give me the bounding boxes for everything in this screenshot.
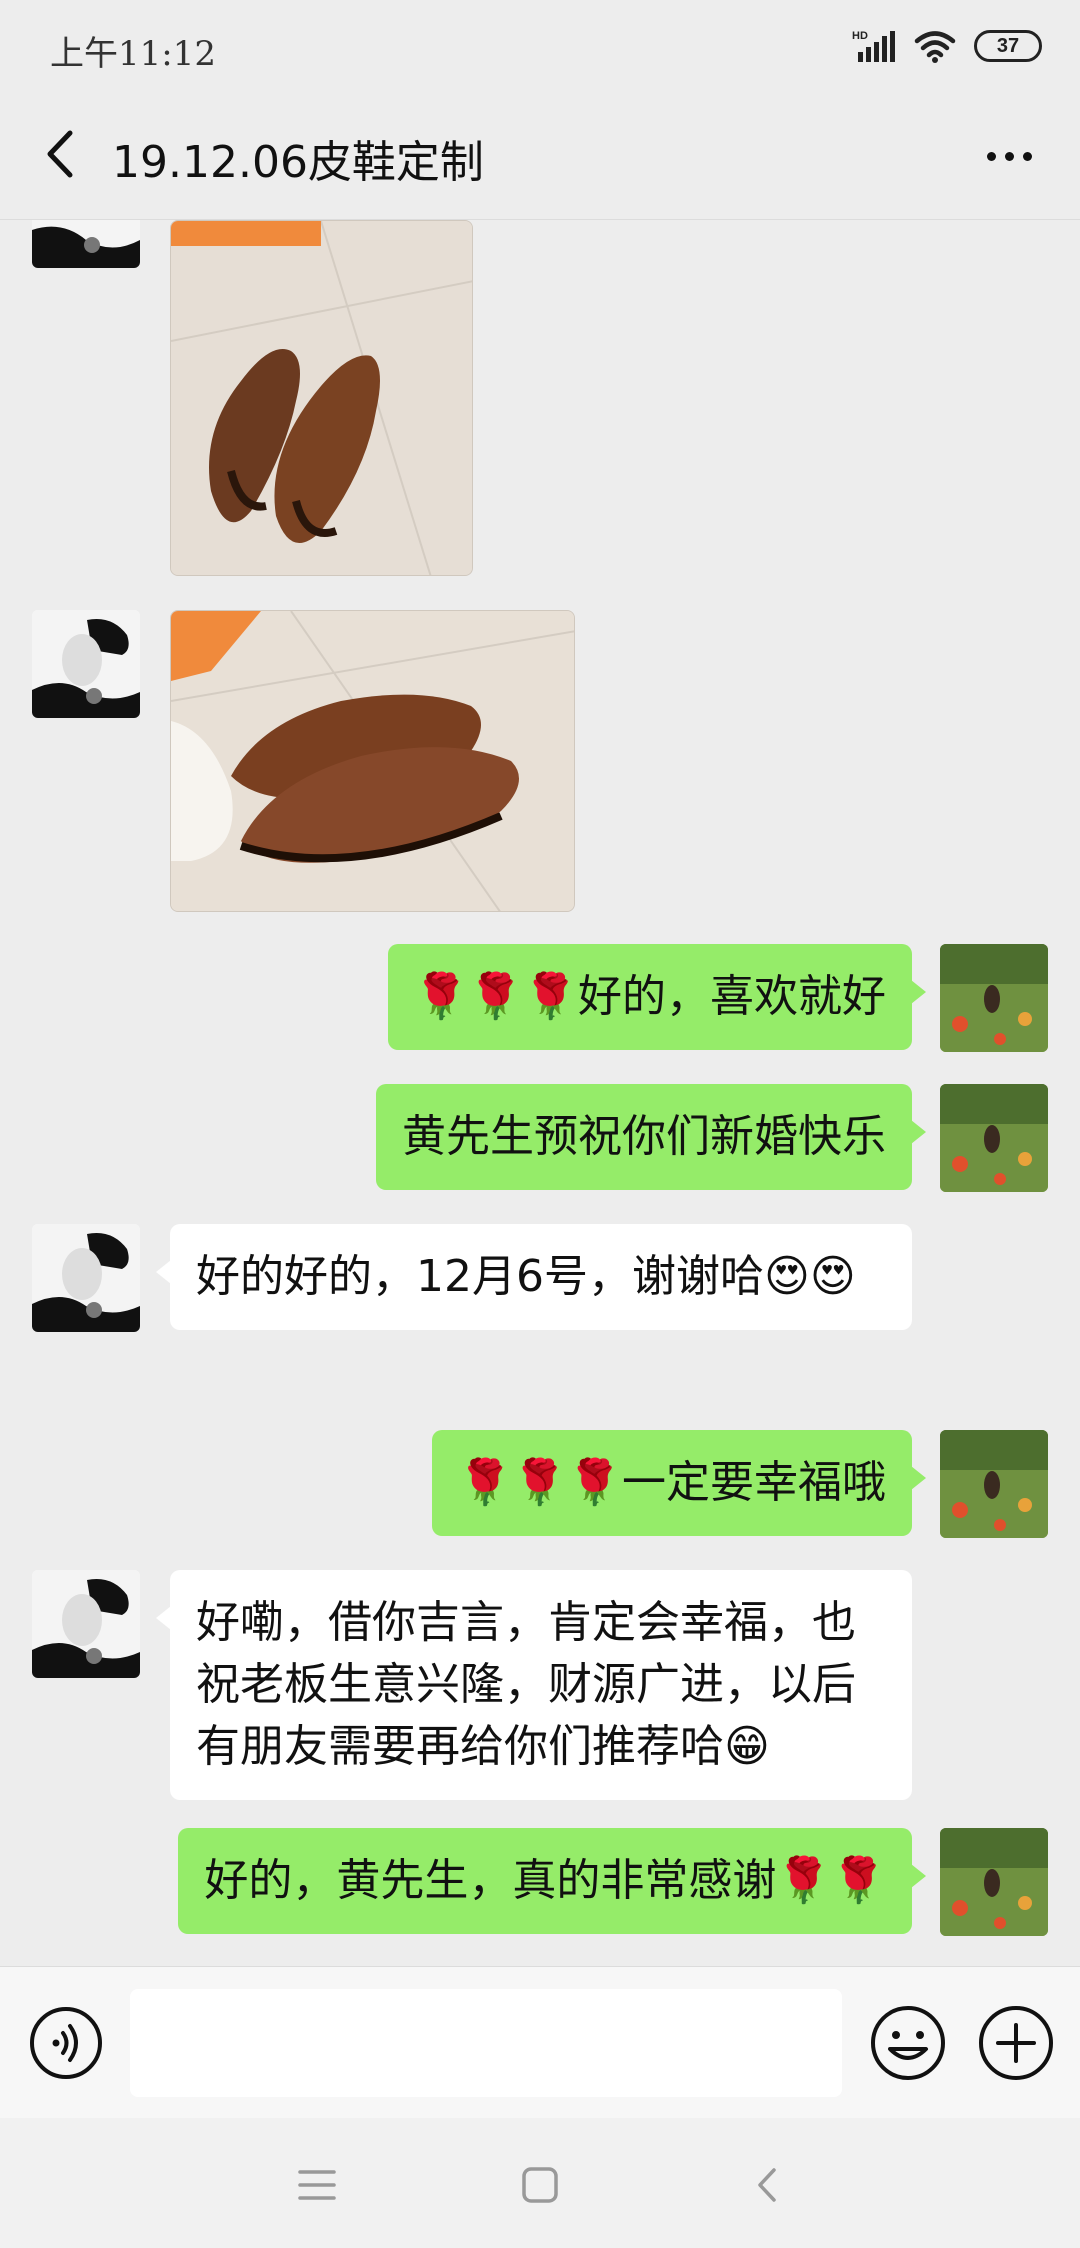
my-avatar[interactable] — [940, 1430, 1048, 1538]
voice-icon — [30, 2007, 102, 2079]
network-type-label: HD — [852, 30, 868, 42]
avatar-image — [940, 1828, 1048, 1936]
voice-button[interactable] — [28, 2005, 104, 2081]
input-bar — [0, 1966, 1080, 2118]
avatar-image — [940, 944, 1048, 1052]
system-navigation-bar — [0, 2118, 1080, 2248]
shoe-photo-1[interactable] — [170, 220, 473, 576]
avatar-image — [940, 1084, 1048, 1192]
contact-avatar[interactable] — [32, 610, 140, 718]
more-button[interactable] — [972, 128, 1046, 184]
more-dots-icon — [986, 151, 996, 161]
signal-icon: HD — [852, 30, 895, 62]
more-functions-button[interactable] — [976, 2003, 1056, 2083]
shoe-photo-1-image — [171, 221, 472, 575]
back-button[interactable] — [30, 122, 94, 186]
shoe-photo-2[interactable] — [170, 610, 575, 912]
my-avatar[interactable] — [940, 944, 1048, 1052]
wifi-icon — [914, 31, 956, 63]
emoji-icon — [871, 2006, 945, 2080]
avatar-image — [32, 610, 140, 718]
system-back-button[interactable] — [732, 2150, 802, 2220]
avatar-image — [32, 1224, 140, 1332]
avatar-image — [940, 1430, 1048, 1538]
contact-avatar[interactable] — [32, 1224, 140, 1332]
my-avatar[interactable] — [940, 1828, 1048, 1936]
message-list[interactable]: 🌹🌹🌹好的，喜欢就好 黄先生预祝你们新婚快乐 好的好的，12月6号，谢谢哈😍😍 — [0, 220, 1080, 1966]
chat-header: 19.12.06皮鞋定制 — [0, 92, 1080, 220]
chat-title: 19.12.06皮鞋定制 — [112, 137, 484, 188]
back-triangle-icon — [758, 2168, 776, 2202]
contact-avatar[interactable] — [32, 220, 140, 268]
home-square-icon — [522, 2167, 558, 2203]
message-input[interactable] — [130, 1989, 842, 2097]
contact-avatar[interactable] — [32, 1570, 140, 1678]
menu-button[interactable] — [282, 2150, 352, 2220]
outgoing-message[interactable]: 好的，黄先生，真的非常感谢🌹🌹 — [178, 1828, 926, 1934]
home-button[interactable] — [505, 2150, 575, 2220]
my-avatar[interactable] — [940, 1084, 1048, 1192]
outgoing-message[interactable]: 🌹🌹🌹一定要幸福哦 — [431, 1430, 927, 1536]
incoming-message[interactable]: 好的好的，12月6号，谢谢哈😍😍 — [156, 1224, 912, 1330]
status-bar: 上午11:12 HD 37 — [0, 0, 1080, 92]
plus-icon — [979, 2006, 1053, 2080]
shoe-photo-2-image — [171, 611, 574, 911]
menu-icon — [298, 2170, 336, 2200]
incoming-message[interactable]: 好嘞，借你吉言，肯定会幸福，也祝老板生意兴隆，财源广进，以后有朋友需要再给你们推… — [156, 1570, 912, 1800]
status-icons: HD 37 — [852, 24, 1042, 68]
outgoing-message[interactable]: 黄先生预祝你们新婚快乐 — [376, 1084, 926, 1190]
outgoing-message[interactable]: 🌹🌹🌹好的，喜欢就好 — [387, 944, 927, 1050]
avatar-image — [32, 1570, 140, 1678]
emoji-button[interactable] — [868, 2003, 948, 2083]
avatar-image — [32, 220, 140, 268]
battery-indicator: 37 — [974, 30, 1042, 62]
chevron-left-icon — [47, 130, 73, 178]
status-time: 上午11:12 — [50, 34, 216, 74]
